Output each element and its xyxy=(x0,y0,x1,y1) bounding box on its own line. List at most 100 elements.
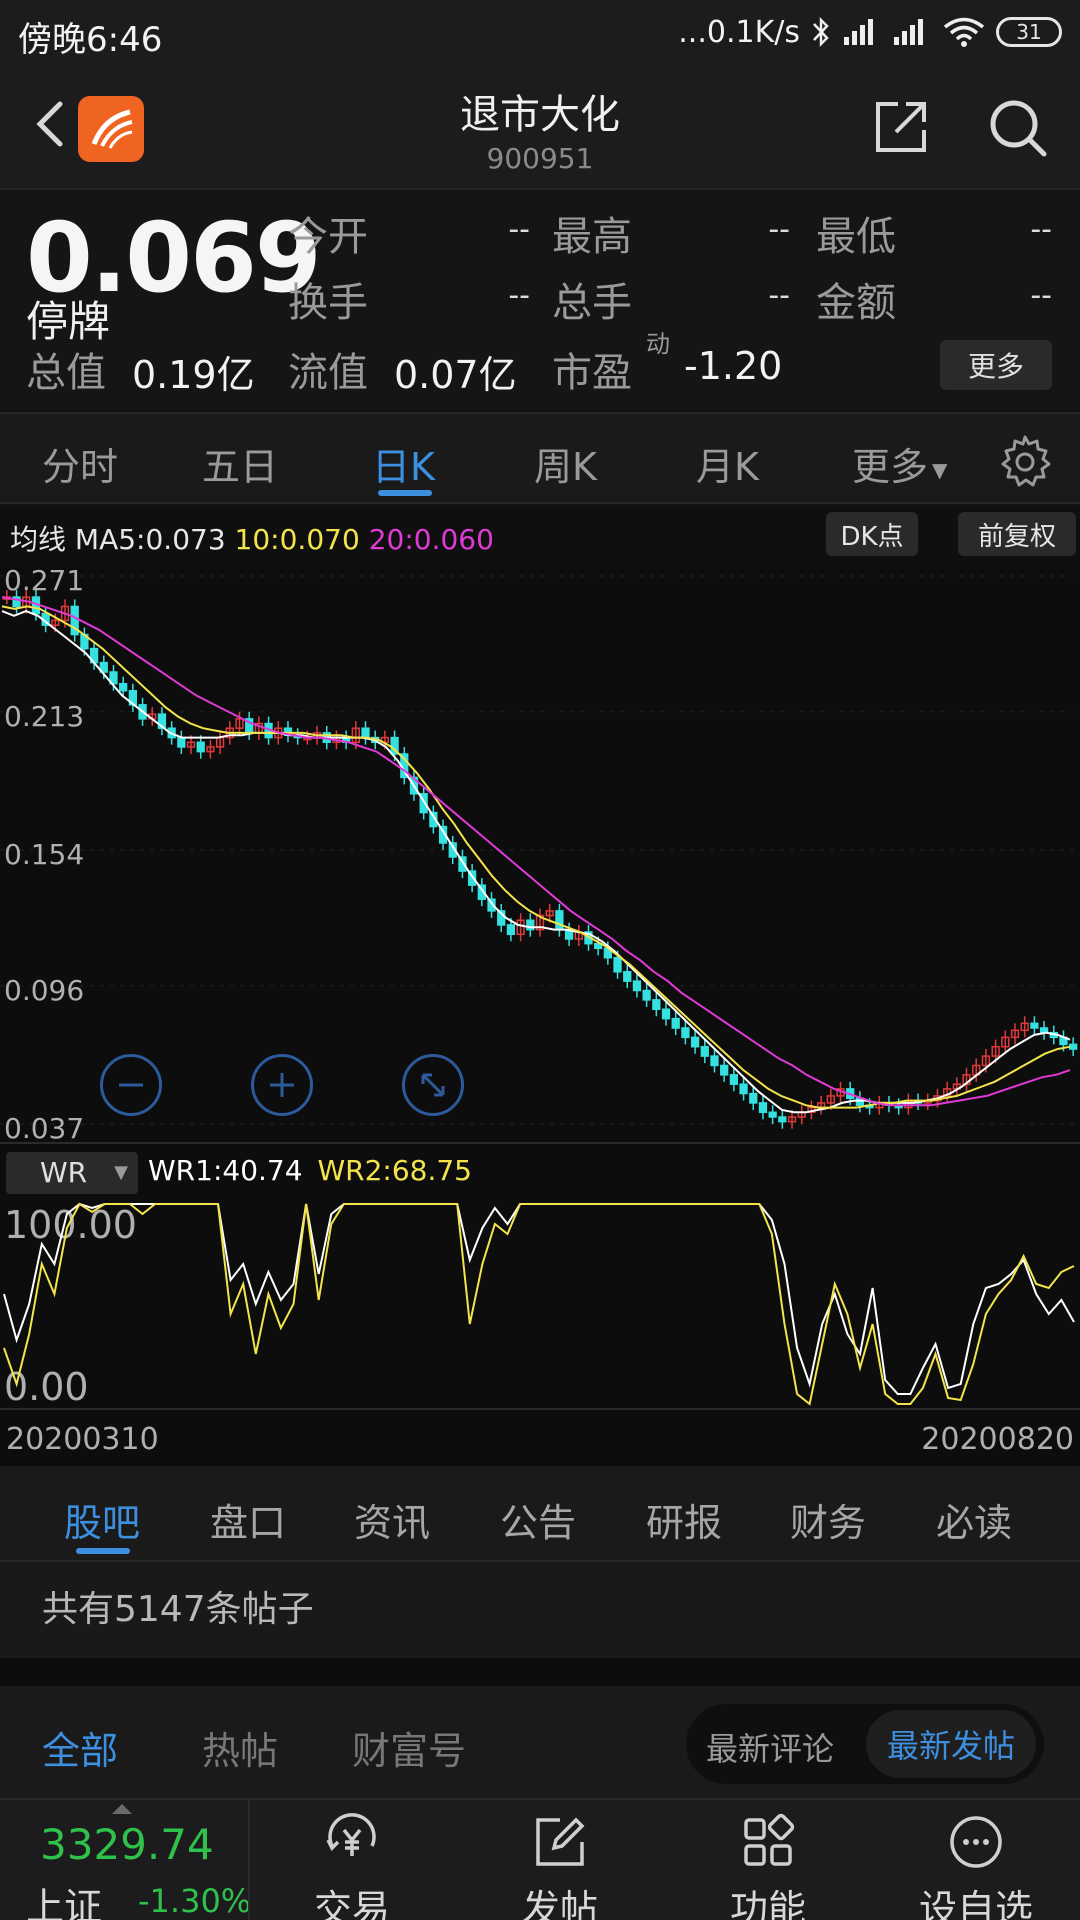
wifi-icon xyxy=(943,17,985,47)
trade-button[interactable]: 交易 xyxy=(272,1800,432,1920)
filter-wealth[interactable]: 财富号 xyxy=(352,1720,466,1775)
ma-label: 均线 xyxy=(10,523,67,556)
tab-intraday[interactable]: 分时 xyxy=(42,436,118,491)
add-watchlist-button[interactable]: 设自选 xyxy=(896,1800,1056,1920)
section-gap xyxy=(0,1658,1080,1686)
tab-daily-k[interactable]: 日K xyxy=(372,436,435,491)
bottom-bar: 3329.74 上证 -1.30% 交易 发帖 功能 设自选 xyxy=(0,1798,1080,1920)
status-time: 傍晚6:46 xyxy=(18,20,163,60)
post-count: 共有5147条帖子 xyxy=(0,1562,1080,1658)
post-button[interactable]: 发帖 xyxy=(480,1800,640,1920)
sort-toggle: 最新评论 最新发帖 xyxy=(686,1704,1044,1784)
tab-monthly-k[interactable]: 月K xyxy=(696,436,759,491)
candle-body xyxy=(768,1111,777,1118)
dropdown-icon: ▼ xyxy=(932,457,948,482)
index-name: 上证 xyxy=(26,1885,103,1920)
indicator-selector[interactable]: WR ▼ xyxy=(6,1152,138,1194)
candle-body xyxy=(661,1008,671,1020)
tab-research[interactable]: 研报 xyxy=(646,1492,722,1547)
candle-body xyxy=(739,1083,748,1095)
filter-all[interactable]: 全部 xyxy=(42,1720,118,1775)
pe-value: -1.20 xyxy=(684,344,783,388)
tab-weekly-k[interactable]: 周K xyxy=(534,436,597,491)
bluetooth-icon xyxy=(813,16,829,48)
tab-news[interactable]: 资讯 xyxy=(354,1492,430,1547)
wr-line-WR1 xyxy=(3,1202,1075,1395)
filter-hot[interactable]: 热帖 xyxy=(202,1720,278,1775)
amount-label: 金额 xyxy=(816,280,896,326)
ma-line-10 xyxy=(1,605,1071,1109)
header: 退市大化 900951 xyxy=(0,66,1080,190)
high-label: 最高 xyxy=(552,214,632,260)
dropdown-icon: ▼ xyxy=(114,1162,128,1183)
ma20-value: 20:0.060 xyxy=(368,523,494,556)
active-tab-indicator xyxy=(378,490,432,496)
post-filter: 全部 热帖 财富号 最新评论 最新发帖 xyxy=(0,1686,1080,1798)
status-bar: 傍晚6:46 ...0.1K/s 31 xyxy=(0,0,1080,66)
post-label: 发帖 xyxy=(521,1887,598,1920)
y-tick-label: 0.213 xyxy=(4,700,84,733)
edit-icon xyxy=(536,1817,585,1866)
fullscreen-button[interactable] xyxy=(402,1054,464,1116)
functions-button[interactable]: 功能 xyxy=(688,1800,848,1920)
minus-icon xyxy=(119,1083,143,1087)
date-axis: 20200310 20200820 xyxy=(0,1408,1080,1466)
divider xyxy=(248,1800,250,1920)
active-tab-indicator xyxy=(76,1548,130,1554)
network-speed: ...0.1K/s xyxy=(678,14,800,50)
turnover-label: 换手 xyxy=(288,280,368,326)
tab-finance[interactable]: 财务 xyxy=(790,1492,866,1547)
price-adjust-button[interactable]: 前复权 xyxy=(958,512,1076,556)
tab-guba[interactable]: 股吧 xyxy=(64,1492,140,1547)
pe-label: 市盈 xyxy=(552,350,632,396)
candle-body xyxy=(555,910,564,931)
trade-label: 交易 xyxy=(313,1887,390,1920)
battery-icon: 31 xyxy=(996,17,1062,47)
index-value[interactable]: 3329.74 xyxy=(40,1820,214,1869)
content-tabs: 股吧 盘口 资讯 公告 研报 财务 必读 xyxy=(0,1466,1080,1562)
candle-body xyxy=(613,956,622,973)
zoom-out-button[interactable] xyxy=(100,1054,162,1116)
ma-legend: 均线 MA5:0.073 10:0.070 20:0.060 DK点 前复权 xyxy=(0,506,1080,562)
wr1-value: WR1:40.74 xyxy=(148,1154,303,1187)
sort-latest-comment[interactable]: 最新评论 xyxy=(706,1724,834,1770)
zoom-in-button[interactable] xyxy=(251,1054,313,1116)
sort-latest-post[interactable]: 最新发帖 xyxy=(866,1710,1036,1778)
volume-label: 总手 xyxy=(552,280,632,326)
candle-body xyxy=(632,980,642,992)
share-icon[interactable] xyxy=(872,96,932,156)
expand-arrow-icon[interactable] xyxy=(112,1804,132,1814)
open-label: 今开 xyxy=(288,214,368,260)
candle-body xyxy=(690,1036,700,1048)
tab-order-book[interactable]: 盘口 xyxy=(210,1492,286,1547)
search-icon[interactable] xyxy=(986,96,1050,160)
period-tabs: 分时 五日 日K 周K 月K 更多 ▼ xyxy=(0,412,1080,504)
plus-icon xyxy=(270,1073,294,1097)
float-value-label: 流值 xyxy=(288,350,368,396)
y-tick-label: 0.096 xyxy=(4,974,84,1007)
ma-line-20 xyxy=(1,596,1071,1107)
more-button[interactable]: 更多 xyxy=(940,340,1052,390)
wr-chart[interactable]: 100.00 0.00 xyxy=(0,1198,1080,1409)
candle-body xyxy=(119,682,128,692)
pe-dynamic-mark: 动 xyxy=(646,330,670,358)
date-end: 20200820 xyxy=(921,1422,1074,1457)
kline-chart[interactable]: 0.271 0.213 0.154 0.096 0.037 xyxy=(0,562,1080,1145)
tab-five-day[interactable]: 五日 xyxy=(202,436,278,491)
tab-must-read[interactable]: 必读 xyxy=(936,1492,1012,1547)
y-tick-label: 0.154 xyxy=(4,838,84,871)
candle-body xyxy=(1069,1043,1078,1050)
candle-body xyxy=(729,1074,739,1085)
dk-point-button[interactable]: DK点 xyxy=(826,512,918,556)
more-icon xyxy=(950,1816,1002,1868)
tab-more[interactable]: 更多 ▼ xyxy=(852,436,947,491)
candle-body xyxy=(720,1064,729,1076)
candle-body xyxy=(1030,1022,1039,1029)
low-label: 最低 xyxy=(816,214,896,260)
wr-line-WR2 xyxy=(3,1202,1075,1406)
candle-body xyxy=(778,1116,787,1123)
add-watchlist-label: 设自选 xyxy=(918,1887,1033,1920)
gear-icon[interactable] xyxy=(998,434,1052,488)
tab-announcements[interactable]: 公告 xyxy=(500,1492,576,1547)
candle-body xyxy=(361,727,370,739)
